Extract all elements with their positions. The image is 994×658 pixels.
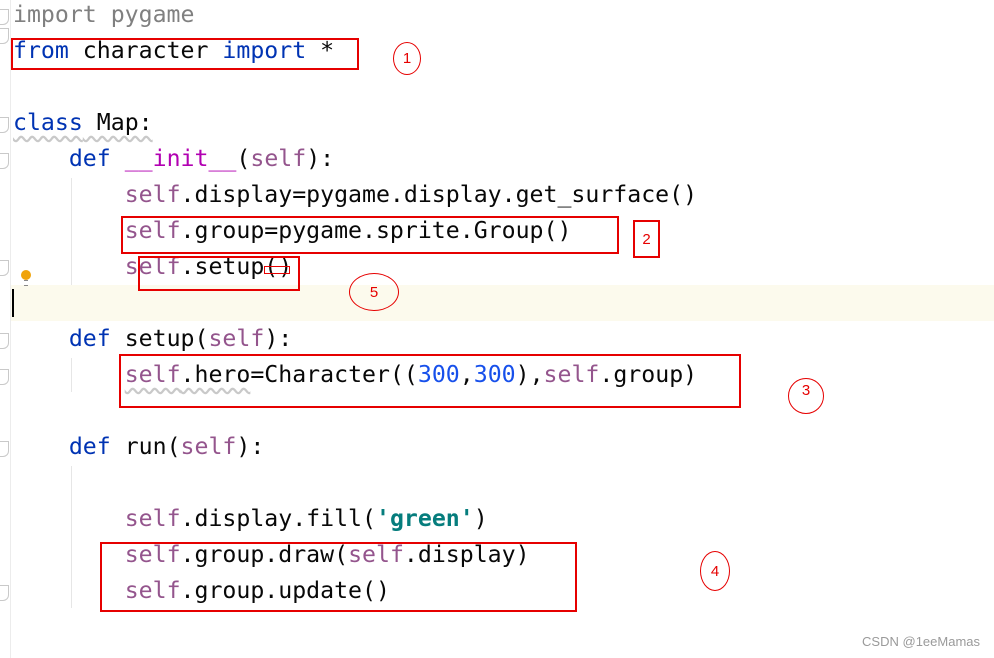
fold-marker-icon[interactable] xyxy=(0,333,9,349)
code-token: self xyxy=(250,145,307,172)
code-line[interactable]: def __init__(self): xyxy=(13,141,334,177)
code-token: self xyxy=(124,505,181,532)
fold-marker-icon[interactable] xyxy=(0,28,9,44)
fold-marker-icon[interactable] xyxy=(0,153,9,169)
code-token: self xyxy=(124,181,181,208)
code-token: self xyxy=(208,325,265,352)
code-line[interactable]: import pygame xyxy=(13,0,194,33)
annotation-box-3 xyxy=(119,354,741,408)
code-token: ) xyxy=(473,505,488,532)
code-token: .display.fill( xyxy=(180,505,376,532)
fold-marker-icon[interactable] xyxy=(0,441,9,457)
code-token: ): xyxy=(306,145,335,172)
code-token: Map: xyxy=(82,109,153,136)
text-caret xyxy=(12,289,14,317)
fold-marker-icon[interactable] xyxy=(0,585,9,601)
annotation-box-1 xyxy=(11,38,359,70)
watermark: CSDN @1eeMamas xyxy=(862,634,980,649)
annotation-box-2 xyxy=(121,216,619,254)
code-token: ( xyxy=(236,145,251,172)
code-line[interactable]: self.display=pygame.display.get_surface(… xyxy=(13,177,697,213)
annotation-label-2: 2 xyxy=(633,220,660,258)
annotation-box-5-parens xyxy=(264,266,290,274)
code-token: .display=pygame.display.get_surface() xyxy=(180,181,698,208)
code-token: ): xyxy=(264,325,293,352)
code-token: import pygame xyxy=(13,1,195,28)
code-token: def xyxy=(68,325,111,352)
code-line[interactable]: class Map: xyxy=(13,105,153,141)
code-token: def xyxy=(68,433,111,460)
fold-marker-icon[interactable] xyxy=(0,9,9,25)
code-token: run( xyxy=(110,433,181,460)
fold-marker-icon[interactable] xyxy=(0,117,9,133)
code-token: ): xyxy=(236,433,265,460)
code-token: setup( xyxy=(110,325,209,352)
fold-marker-icon[interactable] xyxy=(0,369,9,385)
code-token: def xyxy=(68,145,111,172)
lightbulb-icon[interactable] xyxy=(21,270,31,286)
editor-gutter xyxy=(0,0,11,658)
annotation-box-4 xyxy=(100,542,577,612)
code-line[interactable]: self.display.fill('green') xyxy=(13,501,488,537)
code-token: self xyxy=(180,433,237,460)
code-token: __init__ xyxy=(124,145,237,172)
annotation-circle-3: 3 xyxy=(788,378,824,414)
code-token: 'green' xyxy=(375,505,474,532)
annotation-circle-1: 1 xyxy=(393,42,421,75)
code-line[interactable]: def run(self): xyxy=(13,429,264,465)
code-token: class xyxy=(13,109,83,136)
code-line[interactable]: def setup(self): xyxy=(13,321,292,357)
annotation-circle-4: 4 xyxy=(700,551,730,591)
fold-marker-icon[interactable] xyxy=(0,260,9,276)
annotation-circle-5: 5 xyxy=(349,273,399,311)
